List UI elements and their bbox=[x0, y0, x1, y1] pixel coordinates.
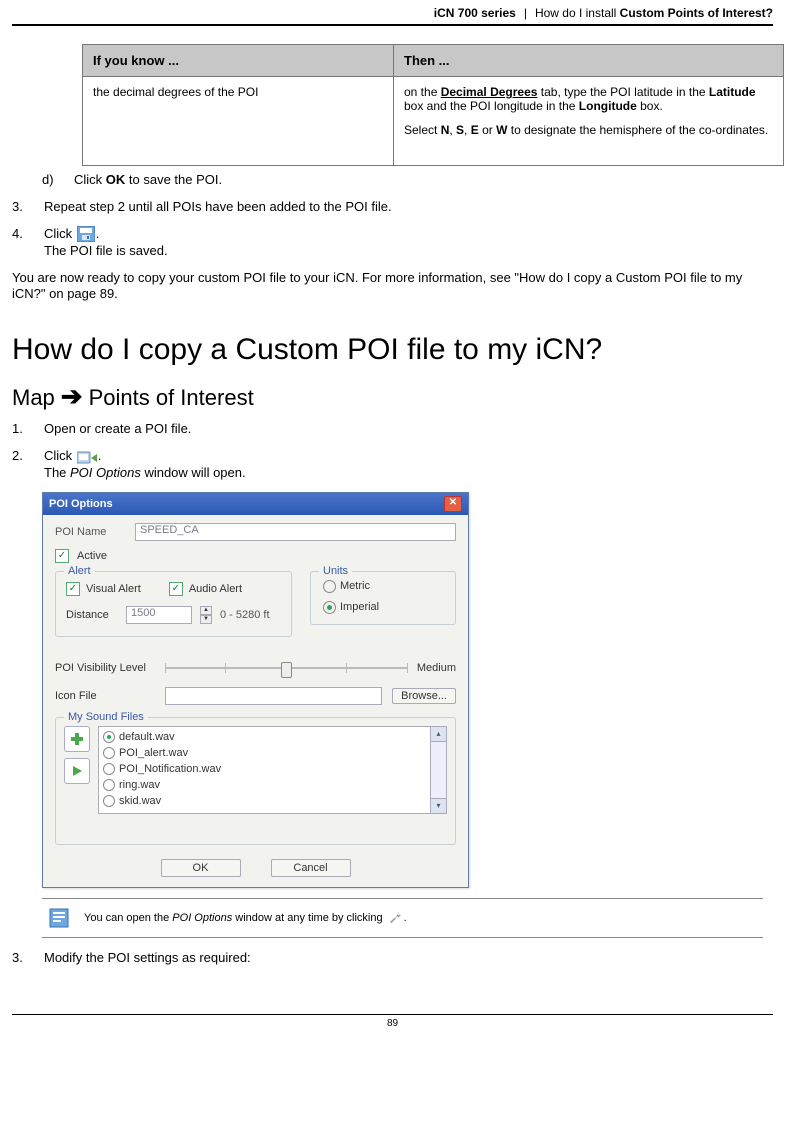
distance-label: Distance bbox=[66, 609, 118, 621]
heading-copy-poi: How do I copy a Custom POI file to my iC… bbox=[12, 331, 773, 369]
active-label: Active bbox=[77, 550, 107, 562]
sec2-step-1: 1. Open or create a POI file. bbox=[12, 421, 773, 438]
header-question: How do I install Custom Points of Intere… bbox=[535, 6, 773, 20]
metric-radio[interactable] bbox=[323, 580, 336, 593]
poi-visibility-value: Medium bbox=[417, 662, 456, 674]
sec2-step-2: 2. Click . The POI Options window will o… bbox=[12, 448, 773, 482]
icon-file-input[interactable] bbox=[165, 687, 382, 705]
if-then-table: If you know ... Then ... the decimal deg… bbox=[82, 44, 784, 166]
paragraph-ready-to-copy: You are now ready to copy your custom PO… bbox=[12, 270, 773, 304]
step-4: 4. Click . The POI file is saved. bbox=[12, 226, 773, 260]
header-separator: | bbox=[524, 6, 527, 20]
alert-group: Alert ✓ Visual Alert ✓ Audio Alert bbox=[55, 571, 292, 637]
ok-button[interactable]: OK bbox=[161, 859, 241, 877]
list-item: POI_Notification.wav bbox=[103, 761, 426, 777]
poi-name-input[interactable]: SPEED_CA bbox=[135, 523, 456, 541]
browse-button[interactable]: Browse... bbox=[392, 688, 456, 704]
wrench-icon bbox=[387, 910, 403, 926]
list-item: default.wav bbox=[103, 729, 426, 745]
cancel-button[interactable]: Cancel bbox=[271, 859, 351, 877]
sound-radio[interactable] bbox=[103, 763, 115, 775]
step-3: 3. Repeat step 2 until all POIs have bee… bbox=[12, 199, 773, 216]
poi-visibility-label: POI Visibility Level bbox=[55, 662, 155, 674]
save-disk-icon bbox=[77, 226, 95, 242]
poi-options-dialog: POI Options ✕ POI Name SPEED_CA ✓ Active… bbox=[42, 492, 469, 888]
arrow-right-icon: ➔ bbox=[61, 383, 83, 409]
page-number: 89 bbox=[12, 1018, 773, 1029]
icon-file-label: Icon File bbox=[55, 690, 155, 702]
table-header-then: Then ... bbox=[394, 45, 784, 77]
table-cell-if: the decimal degrees of the POI bbox=[83, 77, 394, 166]
table-header-if: If you know ... bbox=[83, 45, 394, 77]
active-checkbox[interactable]: ✓ bbox=[55, 549, 69, 563]
distance-spinner[interactable]: ▲▼ bbox=[200, 606, 212, 624]
list-item: skid.wav bbox=[103, 793, 426, 809]
poi-name-label: POI Name bbox=[55, 526, 127, 538]
imperial-radio[interactable] bbox=[323, 601, 336, 614]
dialog-title: POI Options bbox=[49, 498, 113, 510]
audio-alert-checkbox[interactable]: ✓ bbox=[169, 582, 183, 596]
upload-device-icon bbox=[77, 449, 97, 464]
add-sound-button[interactable] bbox=[64, 726, 90, 752]
note-icon bbox=[48, 907, 70, 929]
dialog-titlebar: POI Options ✕ bbox=[43, 493, 468, 515]
sound-radio[interactable] bbox=[103, 779, 115, 791]
units-group: Units Metric Imperial bbox=[310, 571, 456, 625]
visual-alert-checkbox[interactable]: ✓ bbox=[66, 582, 80, 596]
list-item: POI_alert.wav bbox=[103, 745, 426, 761]
substep-d: d) Click OK to save the POI. bbox=[12, 172, 773, 189]
subheading-map-poi: Map ➔ Points of Interest bbox=[12, 385, 773, 411]
table-cell-then: on the Decimal Degrees tab, type the POI… bbox=[394, 77, 784, 166]
poi-visibility-slider[interactable] bbox=[165, 659, 407, 677]
scrollbar[interactable]: ▴▾ bbox=[430, 727, 446, 813]
play-sound-button[interactable] bbox=[64, 758, 90, 784]
list-item: ring.wav bbox=[103, 777, 426, 793]
sound-radio[interactable] bbox=[103, 731, 115, 743]
page-header: iCN 700 series | How do I install Custom… bbox=[12, 6, 773, 22]
table-row: the decimal degrees of the POI on the De… bbox=[83, 77, 784, 166]
header-series: iCN 700 series bbox=[434, 6, 516, 20]
sound-radio[interactable] bbox=[103, 747, 115, 759]
distance-input[interactable]: 1500 bbox=[126, 606, 192, 624]
header-rule bbox=[12, 24, 773, 26]
distance-range: 0 - 5280 ft bbox=[220, 609, 270, 621]
sound-file-list[interactable]: default.wav POI_alert.wav POI_Notificati… bbox=[98, 726, 447, 814]
note-box: You can open the POI Options window at a… bbox=[42, 898, 763, 938]
footer-rule bbox=[12, 1014, 773, 1015]
sec2-step-3: 3. Modify the POI settings as required: bbox=[12, 950, 773, 967]
sound-radio[interactable] bbox=[103, 795, 115, 807]
sound-files-group: My Sound Files default.wav POI_aler bbox=[55, 717, 456, 845]
close-icon[interactable]: ✕ bbox=[444, 496, 462, 512]
